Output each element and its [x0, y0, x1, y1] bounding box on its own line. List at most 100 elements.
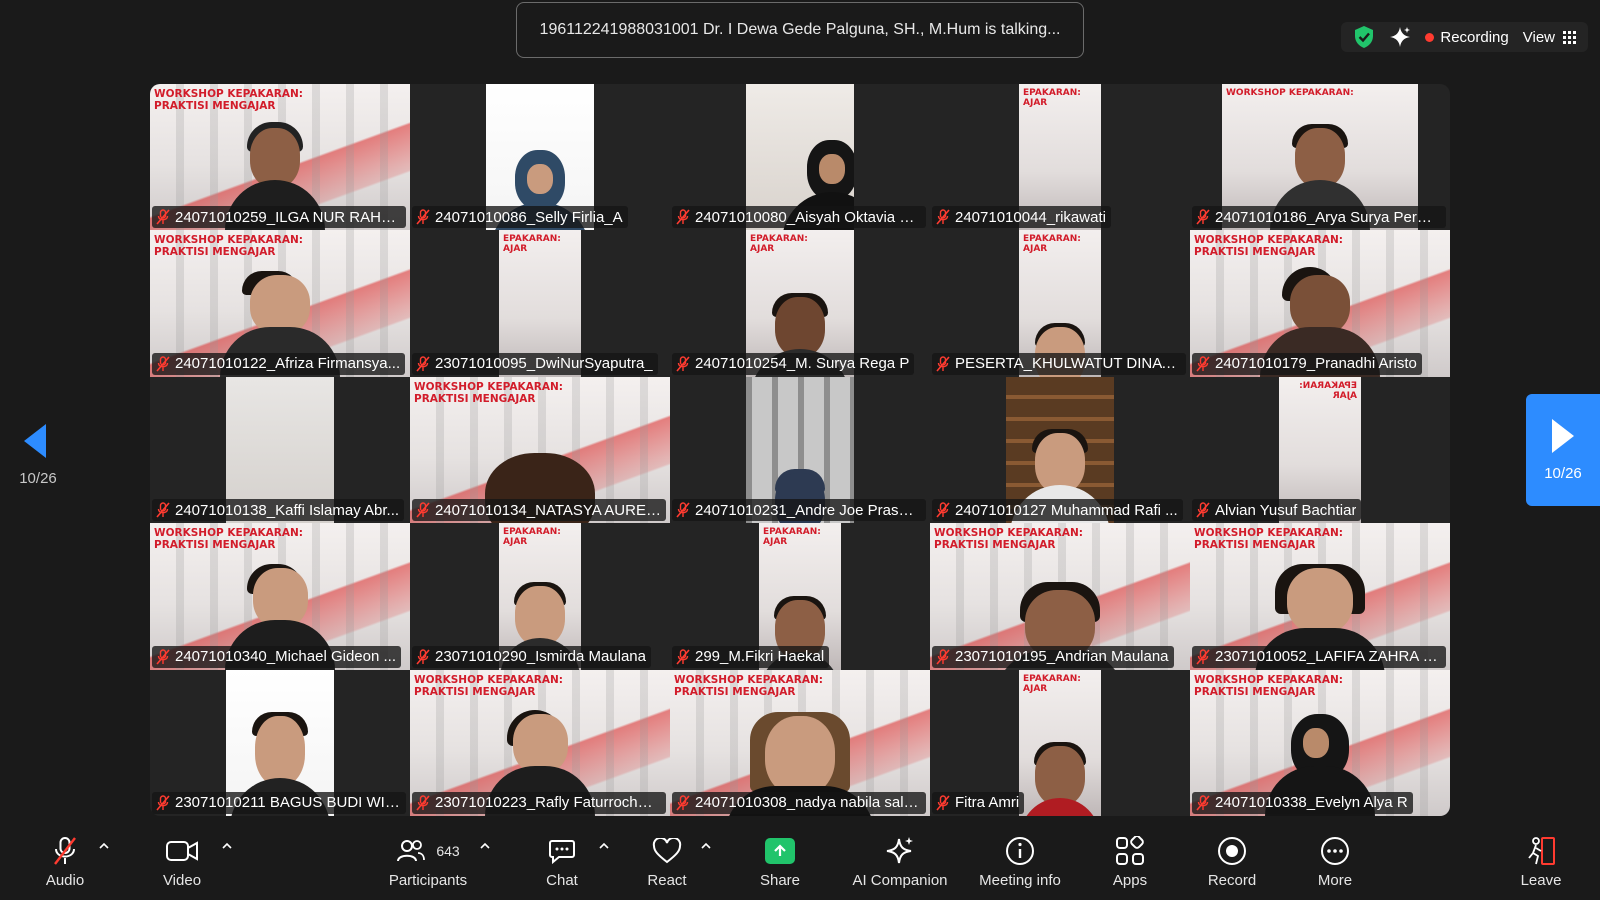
muted-mic-icon	[676, 356, 690, 372]
participant-tile[interactable]: WORKSHOP KEPAKARAN: PRAKTISI MENGAJAR 240…	[670, 669, 930, 816]
muted-mic-icon	[416, 356, 430, 372]
participant-name-tag: 23071010211 BAGUS BUDI WIB...	[152, 791, 406, 814]
muted-mic-icon	[416, 502, 430, 518]
participants-icon	[397, 840, 426, 862]
share-button[interactable]: Share	[755, 836, 805, 896]
chevron-right-icon	[1552, 418, 1574, 453]
participant-tile[interactable]: WORKSHOP KEPAKARAN: PRAKTISI MENGAJAR 230…	[930, 523, 1190, 670]
participant-name-tag: 24071010134_NATASYA AUREL...	[412, 499, 666, 522]
recording-indicator[interactable]: Recording	[1425, 28, 1509, 46]
more-label: More	[1317, 872, 1353, 889]
recording-dot-icon	[1425, 32, 1435, 42]
meeting-info-label: Meeting info	[979, 872, 1061, 889]
participant-tile[interactable]: EPAKARAN: AJAR Alvian Yusuf Bachtiar	[1190, 376, 1450, 524]
previous-page-button[interactable]: 10/26	[14, 424, 62, 487]
participant-name-tag: 24071010308_nadya nabila sals...	[672, 791, 926, 814]
chat-label: Chat	[546, 872, 578, 889]
heart-icon	[652, 838, 682, 864]
leave-button[interactable]: Leave	[1517, 836, 1565, 896]
react-options-caret-icon[interactable]	[700, 840, 712, 852]
participant-name-tag: 23071010095_DwiNurSyaputra_	[412, 352, 658, 375]
audio-options-caret-icon[interactable]	[98, 840, 110, 852]
audio-label: Audio	[45, 872, 85, 889]
participant-tile[interactable]: EPAKARAN: AJAR 24071010254_M. Surya Rega …	[670, 230, 930, 377]
video-options-caret-icon[interactable]	[221, 840, 233, 852]
participants-label: Participants	[388, 872, 468, 889]
video-camera-icon	[166, 841, 198, 861]
participant-tile[interactable]: EPAKARAN: AJAR 299_M.Fikri Haekal	[670, 523, 930, 670]
info-icon	[1006, 837, 1034, 865]
participant-tile[interactable]: EPAKARAN: AJAR 23071010095_DwiNurSyaputra…	[410, 230, 670, 377]
participant-tile[interactable]: WORKSHOP KEPAKARAN: PRAKTISI MENGAJAR 230…	[1190, 523, 1450, 670]
participant-tile[interactable]: 24071010127 Muhammad Rafi ...	[930, 376, 1190, 524]
participant-name-tag: 24071010127 Muhammad Rafi ...	[932, 499, 1183, 522]
record-label: Record	[1207, 872, 1257, 889]
participant-tile[interactable]: WORKSHOP KEPAKARAN: PRAKTISI MENGAJAR 240…	[150, 84, 410, 231]
participant-name-tag: 24071010259_ILGA NUR RAHM...	[152, 206, 406, 229]
participant-tile[interactable]: WORKSHOP KEPAKARAN: PRAKTISI MENGAJAR 240…	[410, 376, 670, 524]
participant-tile[interactable]: WORKSHOP KEPAKARAN: PRAKTISI MENGAJAR 240…	[150, 523, 410, 670]
ai-companion-button[interactable]: AI Companion	[848, 836, 952, 896]
ai-sparkle-icon	[886, 837, 913, 864]
more-button[interactable]: More	[1310, 836, 1360, 896]
participant-tile[interactable]: 24071010231_Andre Joe Praset...	[670, 376, 930, 524]
workshop-banner-text: WORKSHOP KEPAKARAN: PRAKTISI MENGAJAR	[154, 88, 303, 112]
participant-tile[interactable]: EPAKARAN: AJAR 24071010044_rikawati	[930, 84, 1190, 231]
participant-tile[interactable]: 23071010211 BAGUS BUDI WIB...	[150, 669, 410, 816]
participants-options-caret-icon[interactable]	[479, 840, 491, 852]
react-button[interactable]: React	[642, 836, 692, 896]
participant-name-tag: 24071010179_Pranadhi Aristo	[1192, 352, 1422, 375]
participant-tile[interactable]: EPAKARAN: AJAR PESERTA_KHULWATUT DINAYA..…	[930, 230, 1190, 377]
share-label: Share	[759, 872, 801, 889]
participant-name-tag: 24071010186_Arya Surya Perm...	[1192, 206, 1446, 229]
participant-tile[interactable]: 24071010080_Aisyah Oktavia D...	[670, 84, 930, 231]
muted-mic-icon	[676, 502, 690, 518]
ai-companion-label: AI Companion	[852, 872, 948, 889]
participant-tile[interactable]: WORKSHOP KEPAKARAN: 24071010186_Arya Sur…	[1190, 84, 1450, 231]
participant-name-tag: Alvian Yusuf Bachtiar	[1192, 499, 1362, 522]
shield-check-icon[interactable]	[1353, 25, 1375, 49]
participant-tile[interactable]: WORKSHOP KEPAKARAN: PRAKTISI MENGAJAR 230…	[410, 669, 670, 816]
video-button[interactable]: Video	[160, 836, 204, 896]
participant-tile[interactable]: WORKSHOP KEPAKARAN: PRAKTISI MENGAJAR 240…	[150, 230, 410, 377]
participant-tile[interactable]: 24071010086_Selly Firlia_A	[410, 84, 670, 231]
record-button[interactable]: Record	[1206, 836, 1258, 896]
participant-name-tag: 23071010290_Ismirda Maulana	[412, 645, 651, 668]
audio-button[interactable]: Audio	[43, 836, 87, 896]
leave-door-icon	[1528, 837, 1555, 865]
muted-mic-icon	[156, 648, 170, 665]
recording-label: Recording	[1440, 28, 1509, 46]
apps-button[interactable]: Apps	[1105, 836, 1155, 896]
grid-view-icon	[1563, 30, 1576, 44]
muted-mic-icon	[936, 209, 950, 225]
muted-mic-icon	[936, 795, 950, 811]
top-right-status-bar: Recording View	[1341, 22, 1588, 52]
participant-tile[interactable]: EPAKARAN: AJAR Fitra Amri	[930, 669, 1190, 816]
participant-tile[interactable]: EPAKARAN: AJAR 23071010290_Ismirda Maulan…	[410, 523, 670, 670]
meeting-toolbar: Audio Video 643 Participants Chat React	[0, 828, 1600, 900]
muted-mic-icon	[156, 502, 170, 518]
next-page-button[interactable]: 10/26	[1526, 394, 1600, 506]
participant-name-tag: Fitra Amri	[932, 791, 1025, 814]
participant-tile[interactable]: WORKSHOP KEPAKARAN: PRAKTISI MENGAJAR 240…	[1190, 230, 1450, 377]
muted-mic-icon	[1196, 648, 1210, 665]
muted-mic-icon	[416, 209, 430, 225]
participant-name-tag: 24071010340_Michael Gideon ...	[152, 645, 402, 668]
chat-button[interactable]: Chat	[537, 836, 587, 896]
muted-mic-icon	[936, 648, 950, 665]
muted-mic-icon	[1196, 795, 1210, 811]
muted-mic-icon	[1196, 209, 1210, 225]
participants-button[interactable]: 643 Participants	[380, 836, 476, 896]
chat-options-caret-icon[interactable]	[598, 840, 610, 852]
muted-mic-icon	[676, 795, 690, 811]
participant-name-tag: 24071010086_Selly Firlia_A	[412, 206, 628, 229]
participant-tile[interactable]: 24071010138_Kaffi Islamay Abr...	[150, 376, 410, 524]
view-button[interactable]: View	[1523, 29, 1576, 46]
ai-sparkle-icon[interactable]	[1389, 26, 1411, 48]
active-speaker-text: 196112241988031001 Dr. I Dewa Gede Palgu…	[539, 21, 1061, 38]
meeting-info-button[interactable]: Meeting info	[970, 836, 1070, 896]
participant-name-tag: 24071010254_M. Surya Rega P	[672, 352, 915, 375]
participant-tile[interactable]: WORKSHOP KEPAKARAN: PRAKTISI MENGAJAR 240…	[1190, 669, 1450, 816]
participant-name-tag: 24071010231_Andre Joe Praset...	[672, 499, 926, 522]
react-label: React	[647, 872, 687, 889]
